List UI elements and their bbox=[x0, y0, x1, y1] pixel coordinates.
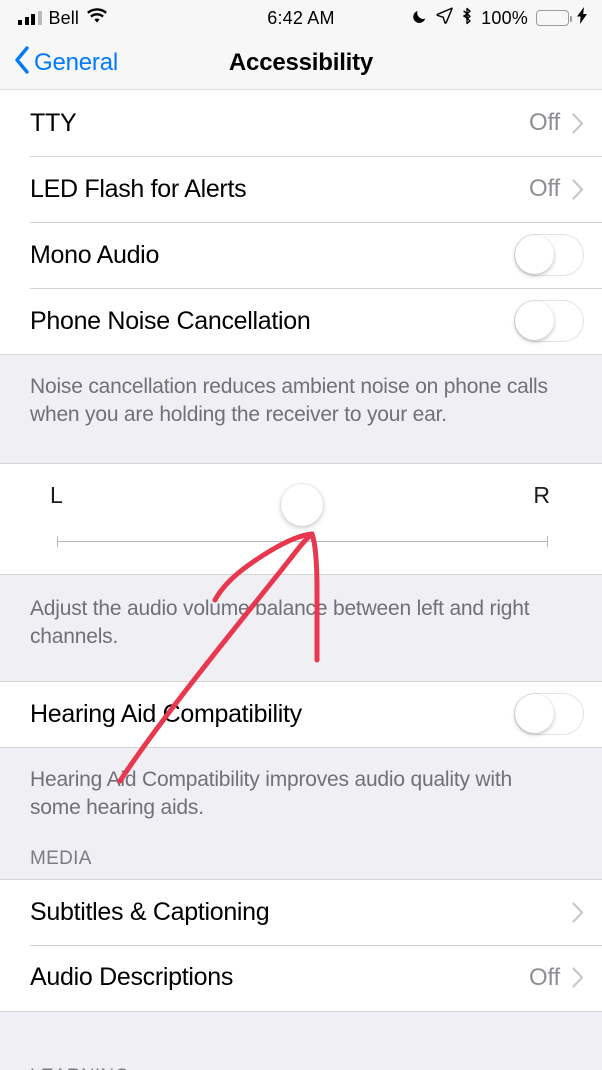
footer-text: Hearing Aid Compatibility improves audio… bbox=[30, 767, 512, 819]
charging-bolt-icon bbox=[577, 7, 588, 29]
do-not-disturb-moon-icon bbox=[412, 8, 428, 29]
navigation-bar: General Accessibility bbox=[0, 36, 602, 90]
row-label: Audio Descriptions bbox=[30, 963, 234, 992]
chevron-right-icon bbox=[572, 112, 584, 134]
footer-text: Adjust the audio volume balance between … bbox=[30, 596, 530, 648]
row-label: LED Flash for Alerts bbox=[30, 174, 247, 203]
toggle-knob bbox=[515, 235, 554, 274]
footer-hearing-aid: Hearing Aid Compatibility improves audio… bbox=[0, 746, 602, 848]
row-label: Hearing Aid Compatibility bbox=[30, 699, 302, 728]
row-label: TTY bbox=[30, 108, 77, 137]
toggle-knob bbox=[515, 301, 554, 340]
footer-balance: Adjust the audio volume balance between … bbox=[0, 573, 602, 681]
row-subtitles-and-captioning[interactable]: Subtitles & Captioning bbox=[0, 878, 602, 945]
row-tty[interactable]: TTY Off bbox=[0, 90, 602, 156]
row-label: Phone Noise Cancellation bbox=[30, 306, 311, 335]
settings-list: TTY Off LED Flash for Alerts Off Mono Au… bbox=[0, 90, 602, 1070]
row-value: Off bbox=[529, 963, 560, 991]
audio-balance-slider-track[interactable] bbox=[57, 533, 548, 550]
section-header-learning: LEARNING bbox=[0, 1065, 602, 1070]
mono-audio-toggle[interactable] bbox=[514, 234, 584, 276]
toggle-knob bbox=[515, 694, 554, 734]
battery-percent-label: 100% bbox=[481, 7, 528, 28]
location-arrow-icon bbox=[436, 7, 453, 29]
iphone-screen: Bell 6:42 AM 100% General Accessibility … bbox=[0, 0, 602, 1070]
bluetooth-icon bbox=[461, 7, 473, 30]
row-value: Off bbox=[529, 175, 560, 202]
hearing-aid-compatibility-toggle[interactable] bbox=[514, 693, 584, 736]
chevron-right-icon bbox=[572, 967, 584, 988]
row-phone-noise-cancellation[interactable]: Phone Noise Cancellation bbox=[0, 288, 602, 354]
chevron-right-icon bbox=[572, 901, 584, 923]
row-value: Off bbox=[529, 109, 560, 136]
section-gap bbox=[0, 1010, 602, 1066]
phone-noise-cancellation-toggle[interactable] bbox=[514, 300, 584, 342]
footer-text: Noise cancellation reduces ambient noise… bbox=[30, 375, 548, 426]
row-label: Subtitles & Captioning bbox=[30, 897, 270, 926]
row-mono-audio[interactable]: Mono Audio bbox=[0, 222, 602, 288]
row-led-flash-for-alerts[interactable]: LED Flash for Alerts Off bbox=[0, 156, 602, 222]
battery-icon bbox=[536, 10, 573, 26]
chevron-right-icon bbox=[572, 178, 584, 200]
section-header-media: MEDIA bbox=[0, 847, 602, 879]
footer-noise-cancellation: Noise cancellation reduces ambient noise… bbox=[0, 354, 602, 463]
section-audio: TTY Off LED Flash for Alerts Off Mono Au… bbox=[0, 90, 602, 463]
page-title: Accessibility bbox=[228, 48, 374, 76]
section-learning: LEARNING Guided Access On bbox=[0, 1065, 602, 1070]
audio-balance-slider-thumb[interactable] bbox=[281, 484, 323, 526]
section-hearing-aid: Hearing Aid Compatibility Hearing Aid Co… bbox=[0, 680, 602, 848]
status-bar-right: 100% bbox=[412, 0, 588, 36]
row-audio-descriptions[interactable]: Audio Descriptions Off bbox=[0, 944, 602, 1011]
slider-right-label: R bbox=[533, 481, 550, 508]
row-hearing-aid-compatibility[interactable]: Hearing Aid Compatibility bbox=[0, 680, 602, 747]
clock-label: 6:42 AM bbox=[267, 7, 335, 28]
row-label: Mono Audio bbox=[30, 240, 160, 269]
section-media: MEDIA Subtitles & Captioning Audio Descr… bbox=[0, 847, 602, 1066]
slider-left-label: L bbox=[50, 481, 63, 508]
status-bar: Bell 6:42 AM 100% bbox=[0, 0, 602, 36]
